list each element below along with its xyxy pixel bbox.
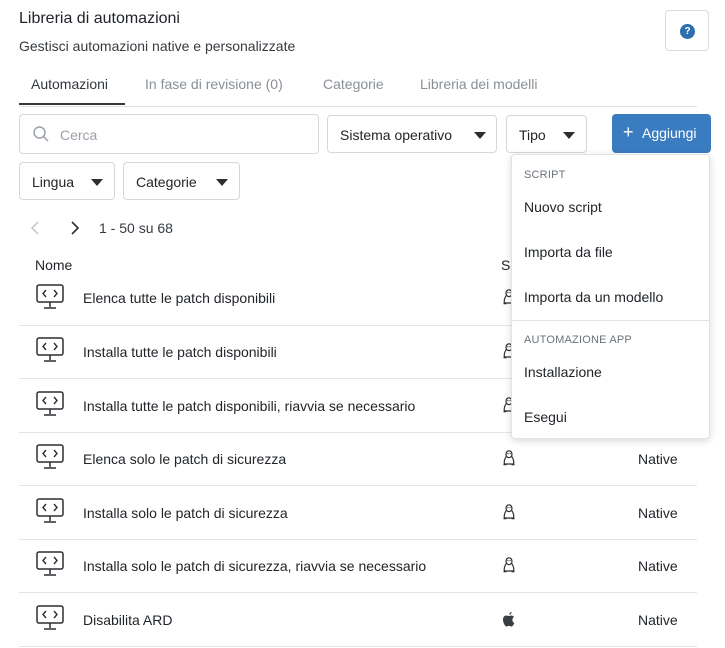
- row-type: Native: [638, 505, 678, 521]
- search-input[interactable]: Cerca: [19, 114, 319, 154]
- table-row[interactable]: Installa solo le patch di sicurezza, ria…: [19, 539, 697, 593]
- chevron-down-icon: [563, 132, 575, 139]
- row-type: Native: [638, 451, 678, 467]
- pagination-range: 1 - 50 su 68: [99, 220, 173, 236]
- plus-icon: +: [623, 122, 634, 142]
- categories-filter-dropdown[interactable]: Categorie: [123, 162, 240, 200]
- menu-item-importa-da-modello[interactable]: Importa da un modello: [524, 289, 663, 305]
- script-monitor-icon: [36, 498, 64, 523]
- language-filter-dropdown[interactable]: Lingua: [19, 162, 115, 200]
- row-name: Installa tutte le patch disponibili: [83, 344, 277, 360]
- search-placeholder: Cerca: [60, 127, 98, 143]
- search-icon: [33, 126, 49, 142]
- row-name: Installa tutte le patch disponibili, ria…: [83, 398, 416, 414]
- linux-icon: [502, 450, 516, 472]
- script-monitor-icon: [36, 444, 64, 469]
- add-button[interactable]: + Aggiungi: [612, 114, 711, 153]
- row-name: Installa solo le patch di sicurezza, ria…: [83, 558, 427, 574]
- tab-automazioni[interactable]: Automazioni: [31, 76, 108, 92]
- script-monitor-icon: [36, 391, 64, 416]
- row-name: Elenca tutte le patch disponibili: [83, 290, 276, 306]
- os-filter-dropdown[interactable]: Sistema operativo: [327, 115, 497, 153]
- row-name: Installa solo le patch di sicurezza: [83, 505, 288, 521]
- tab-in-revisione[interactable]: In fase di revisione (0): [145, 76, 283, 92]
- linux-icon: [502, 504, 516, 526]
- menu-item-esegui[interactable]: Esegui: [524, 409, 567, 425]
- script-monitor-icon: [36, 337, 64, 362]
- add-menu: SCRIPT Nuovo script Importa da file Impo…: [511, 154, 710, 439]
- help-button[interactable]: ?: [665, 10, 709, 51]
- type-filter-dropdown[interactable]: Tipo: [506, 115, 587, 153]
- script-monitor-icon: [36, 551, 64, 576]
- menu-section-header-app: AUTOMAZIONE APP: [524, 334, 632, 346]
- question-circle-icon: ?: [680, 24, 695, 39]
- type-filter-label: Tipo: [519, 127, 546, 143]
- table-row[interactable]: Disabilita ARD Native: [19, 593, 697, 647]
- menu-item-importa-da-file[interactable]: Importa da file: [524, 244, 613, 260]
- row-type: Native: [638, 558, 678, 574]
- menu-item-nuovo-script[interactable]: Nuovo script: [524, 199, 602, 215]
- script-monitor-icon: [36, 605, 64, 630]
- table-row[interactable]: Elenca solo le patch di sicurezza Native: [19, 432, 697, 486]
- menu-separator: [512, 320, 709, 321]
- column-header-nome[interactable]: Nome: [35, 257, 72, 273]
- menu-item-installazione[interactable]: Installazione: [524, 364, 602, 380]
- chevron-left-icon[interactable]: [29, 220, 41, 236]
- script-monitor-icon: [36, 284, 64, 309]
- table-row[interactable]: Installa solo le patch di sicurezza Nati…: [19, 486, 697, 540]
- apple-icon: [502, 611, 516, 633]
- page-title: Libreria di automazioni: [19, 10, 180, 27]
- language-filter-label: Lingua: [32, 174, 75, 190]
- row-name: Elenca solo le patch di sicurezza: [83, 451, 287, 467]
- column-header-os[interactable]: S: [501, 257, 510, 273]
- row-type: Native: [638, 612, 678, 628]
- row-name: Disabilita ARD: [83, 612, 173, 628]
- chevron-down-icon: [474, 132, 486, 139]
- os-filter-label: Sistema operativo: [340, 127, 453, 143]
- linux-icon: [502, 557, 516, 579]
- tab-categorie[interactable]: Categorie: [323, 76, 384, 92]
- tab-libreria-modelli[interactable]: Libreria dei modelli: [420, 76, 538, 92]
- menu-section-header-script: SCRIPT: [524, 169, 566, 181]
- categories-filter-label: Categorie: [136, 174, 197, 190]
- add-button-label: Aggiungi: [642, 125, 697, 141]
- chevron-down-icon: [91, 179, 103, 186]
- tab-bar: Automazioni In fase di revisione (0) Cat…: [19, 60, 697, 107]
- chevron-right-icon[interactable]: [69, 220, 81, 236]
- page-subtitle: Gestisci automazioni native e personaliz…: [19, 38, 296, 54]
- active-tab-underline: [19, 103, 125, 105]
- chevron-down-icon: [216, 179, 228, 186]
